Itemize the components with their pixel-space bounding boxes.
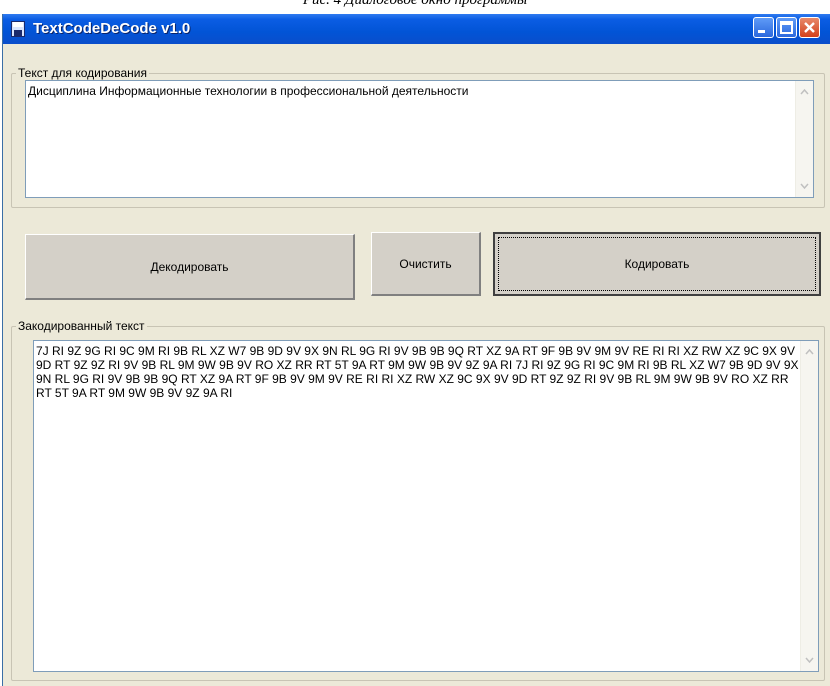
close-icon [804, 22, 815, 33]
input-text-value: Дисциплина Информационные технологии в п… [28, 84, 469, 98]
input-scrollbar[interactable] [795, 81, 813, 197]
close-button[interactable] [799, 17, 820, 38]
maximize-icon [780, 21, 793, 34]
maximize-button[interactable] [776, 17, 797, 38]
output-scrollbar[interactable] [800, 341, 818, 671]
clear-button[interactable]: Очистить [371, 232, 481, 296]
figure-caption: Рис. 4 Диалоговое окно программы [302, 0, 528, 8]
output-group-legend: Закодированный текст [18, 319, 145, 333]
minimize-icon [758, 30, 765, 33]
scroll-up-icon [800, 88, 809, 95]
floppy-disk-icon [11, 21, 25, 37]
app-window: TextCodeDeCode v1.0 Текст для кодировани… [2, 14, 830, 686]
scroll-down-icon [805, 657, 814, 664]
output-text-field[interactable]: 7J RI 9Z 9G RI 9C 9M RI 9B RL XZ W7 9B 9… [33, 340, 819, 672]
window-title: TextCodeDeCode v1.0 [33, 20, 191, 37]
title-bar[interactable]: TextCodeDeCode v1.0 [3, 14, 830, 44]
input-group-legend: Текст для кодирования [18, 66, 147, 80]
minimize-button[interactable] [753, 17, 774, 38]
encode-button[interactable]: Кодировать [493, 232, 821, 296]
decode-button[interactable]: Декодировать [25, 234, 355, 300]
output-text-value: 7J RI 9Z 9G RI 9C 9M RI 9B RL XZ W7 9B 9… [36, 344, 799, 400]
scroll-down-icon [800, 183, 809, 190]
input-text-field[interactable]: Дисциплина Информационные технологии в п… [25, 80, 814, 198]
scroll-up-icon [805, 348, 814, 355]
